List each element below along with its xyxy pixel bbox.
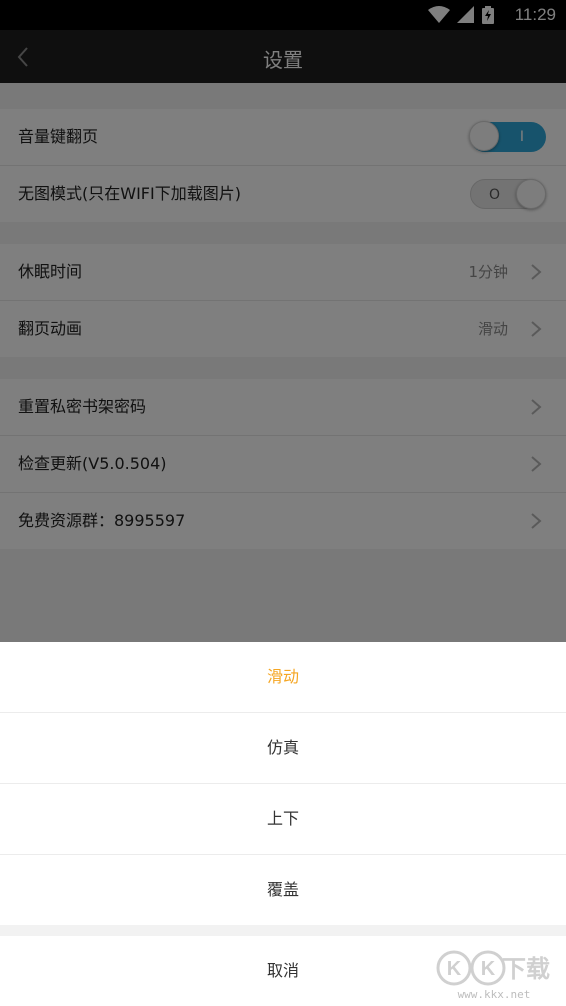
watermark-logo: K K 下载 [436,950,550,986]
svg-text:下载: 下载 [502,955,550,983]
option-slide[interactable]: 滑动 [0,642,566,712]
watermark: K K 下载 www.kkx.net [436,950,552,1004]
watermark-url: www.kkx.net [457,988,531,1001]
option-simulation[interactable]: 仿真 [0,713,566,783]
option-cover[interactable]: 覆盖 [0,855,566,925]
svg-text:K: K [447,958,462,980]
svg-text:K: K [481,958,496,980]
option-vertical[interactable]: 上下 [0,784,566,854]
